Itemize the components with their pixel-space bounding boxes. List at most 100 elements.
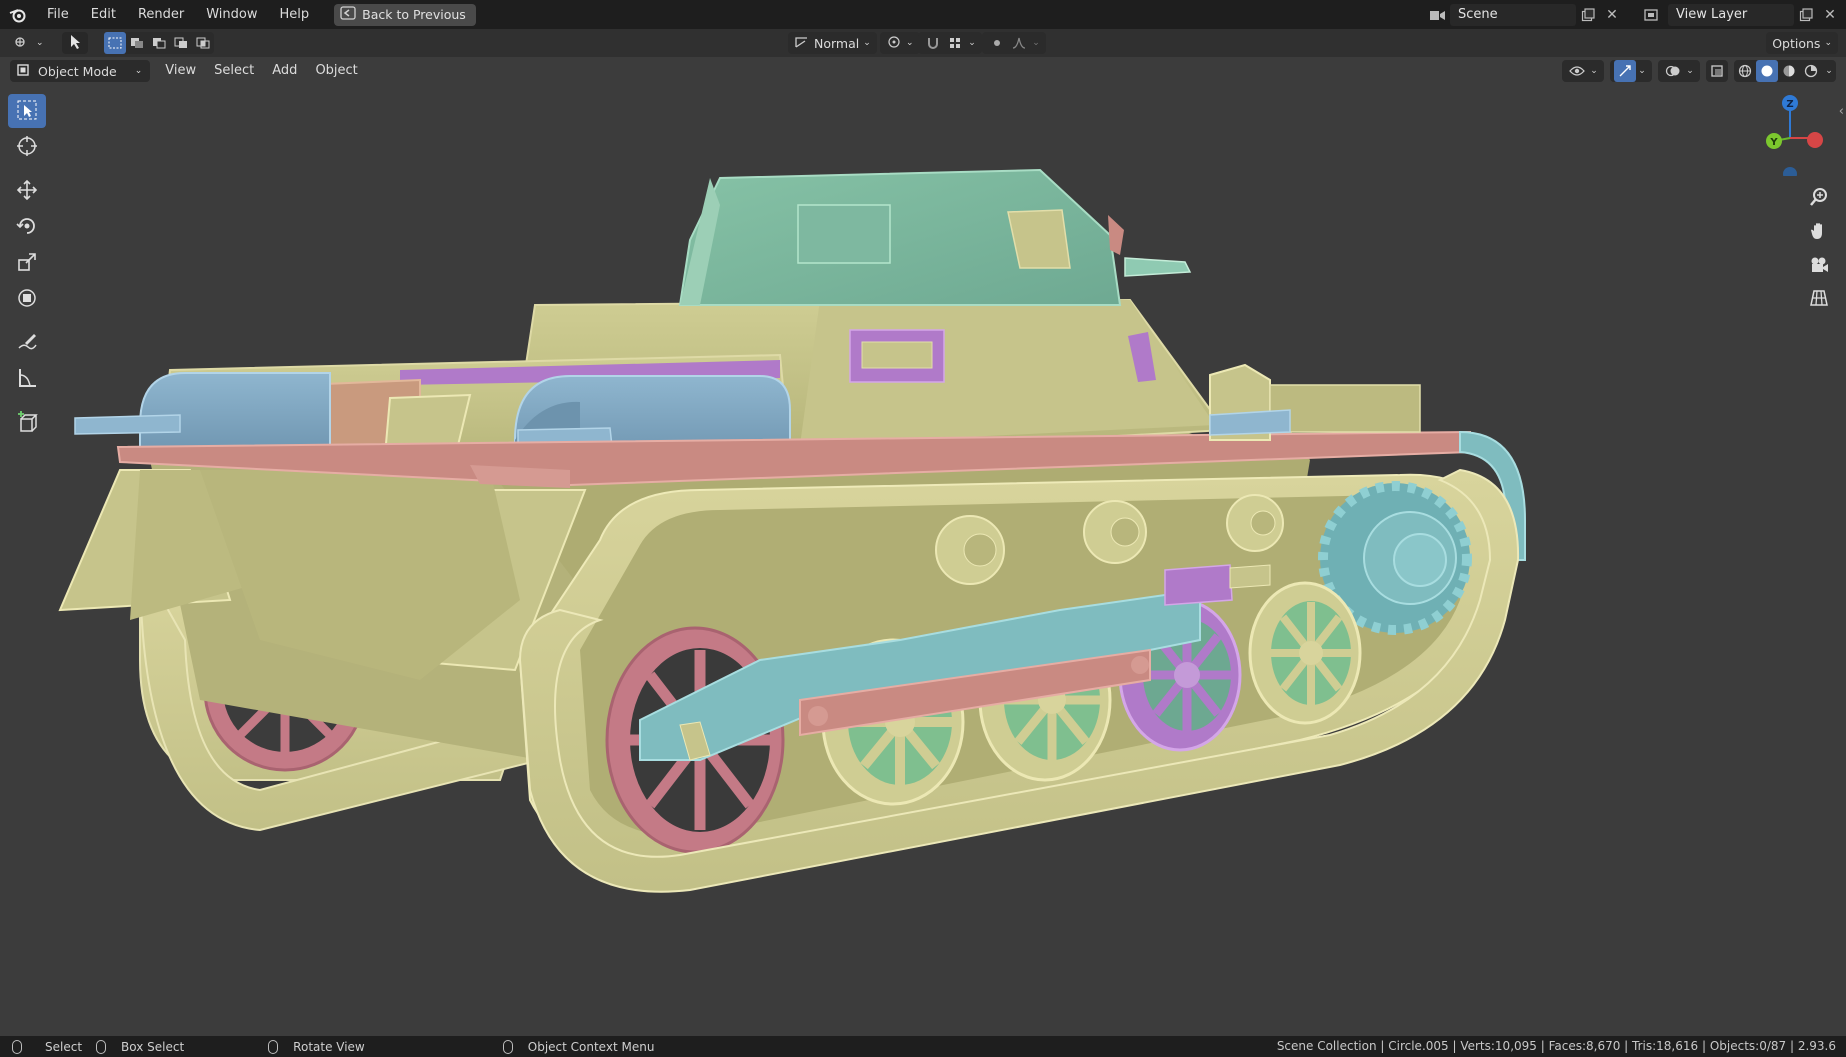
- material-shading-icon[interactable]: [1778, 60, 1800, 82]
- wireframe-shading-icon[interactable]: [1734, 60, 1756, 82]
- status-select: Select: [12, 1039, 83, 1054]
- cursor-tool[interactable]: [8, 130, 46, 164]
- viewport-header: Object Mode ⌄ View Select Add Object ⌄ ⌄…: [0, 57, 1846, 85]
- pivot-point-dropdown[interactable]: ⌄: [880, 32, 920, 54]
- status-select-label: Select: [45, 1039, 83, 1054]
- active-tool-button[interactable]: [61, 32, 88, 54]
- xray-icon[interactable]: [1706, 60, 1728, 82]
- editor-type-button[interactable]: ⌄: [8, 32, 50, 54]
- chevron-down-icon: ⌄: [906, 38, 914, 48]
- scale-tool[interactable]: [8, 246, 46, 280]
- snap-magnet-icon[interactable]: [922, 32, 944, 54]
- chevron-down-icon[interactable]: ⌄: [1030, 32, 1042, 54]
- menu-help[interactable]: Help: [269, 0, 321, 29]
- annotate-tool[interactable]: [8, 326, 46, 360]
- camera-icon[interactable]: [1804, 250, 1834, 280]
- shading-mode-group: ⌄: [1734, 60, 1836, 82]
- pivot-icon: [886, 35, 902, 52]
- chevron-down-icon: ⌄: [134, 66, 143, 76]
- view-layer-field[interactable]: View Layer: [1668, 3, 1794, 26]
- eye-icon[interactable]: [1566, 60, 1588, 82]
- chevron-down-icon: ⌄: [36, 38, 44, 48]
- hand-pan-icon[interactable]: [1804, 216, 1834, 246]
- scene-icon[interactable]: [1426, 4, 1450, 26]
- rotate-tool[interactable]: [8, 210, 46, 244]
- menu-edit[interactable]: Edit: [80, 0, 127, 29]
- status-context-menu: Object Context Menu: [502, 1039, 654, 1054]
- chevron-down-icon[interactable]: ⌄: [966, 32, 978, 54]
- ruler-icon: [16, 367, 38, 392]
- proportional-edit-icon[interactable]: [986, 32, 1008, 54]
- interaction-mode-dropdown[interactable]: Object Mode ⌄: [10, 60, 151, 82]
- mouse-left-icon: [12, 1039, 22, 1054]
- new-scene-icon[interactable]: [1576, 4, 1600, 26]
- perspective-grid-icon[interactable]: [1804, 283, 1834, 313]
- overlay-group: ⌄: [1658, 60, 1700, 82]
- delete-view-layer-icon[interactable]: ✕: [1818, 4, 1842, 26]
- navigation-gizmo: Z Y: [1746, 86, 1846, 326]
- axis-gizmo[interactable]: Z Y: [1746, 86, 1846, 176]
- new-view-layer-icon[interactable]: [1794, 4, 1818, 26]
- transform-orientation-dropdown[interactable]: Normal ⌄: [788, 32, 877, 54]
- select-box-icon: [16, 99, 38, 124]
- menu-file[interactable]: File: [36, 0, 80, 29]
- falloff-curve-icon[interactable]: [1008, 32, 1030, 54]
- add-cube-icon: [16, 410, 38, 436]
- status-box-select-label: Box Select: [121, 1039, 185, 1054]
- chevron-down-icon: ⌄: [863, 38, 871, 48]
- select-box-tool[interactable]: [8, 94, 46, 128]
- chevron-down-icon[interactable]: ⌄: [1822, 60, 1836, 82]
- cursor-arrow-icon: [68, 34, 82, 53]
- chevron-down-icon[interactable]: ⌄: [1684, 60, 1696, 82]
- chevron-down-icon: ⌄: [1824, 38, 1832, 48]
- scene-name-field[interactable]: Scene: [1450, 3, 1576, 26]
- chevron-down-icon[interactable]: ⌄: [1588, 60, 1600, 82]
- select-new-icon[interactable]: [103, 32, 126, 54]
- delete-scene-icon[interactable]: ✕: [1600, 4, 1624, 26]
- cursor-3d-icon: [16, 135, 38, 160]
- snapping-group: ⌄: [918, 32, 982, 54]
- menu-render[interactable]: Render: [127, 0, 195, 29]
- transform-tool[interactable]: [8, 282, 46, 316]
- object-menu[interactable]: Object: [306, 60, 366, 82]
- options-label: Options: [1772, 35, 1821, 51]
- overlay-icon[interactable]: [1662, 60, 1684, 82]
- view-menu[interactable]: View: [156, 60, 205, 82]
- options-dropdown[interactable]: Options ⌄: [1766, 32, 1838, 54]
- back-to-previous-label: Back to Previous: [362, 7, 466, 22]
- select-intersect-icon[interactable]: [192, 32, 214, 54]
- move-tool[interactable]: [8, 174, 46, 208]
- orientation-icon: [794, 35, 810, 52]
- tool-settings-header: ⌄ Normal ⌄ ⌄ ⌄ ⌄ Options ⌄: [0, 29, 1846, 57]
- xray-toggle: [1706, 60, 1728, 82]
- mouse-right-icon: [502, 1039, 513, 1054]
- select-invert-icon[interactable]: [170, 32, 192, 54]
- gizmo-icon[interactable]: [1614, 60, 1636, 82]
- chevron-down-icon[interactable]: ⌄: [1636, 60, 1648, 82]
- y-axis-label: Y: [1769, 137, 1778, 148]
- select-extend-icon[interactable]: [126, 32, 148, 54]
- mode-label: Object Mode: [38, 63, 117, 79]
- select-subtract-icon[interactable]: [148, 32, 170, 54]
- snap-grid-icon[interactable]: [944, 32, 966, 54]
- 3d-viewport[interactable]: [0, 57, 1846, 1036]
- transform-icon: [16, 287, 38, 312]
- zoom-icon[interactable]: [1804, 182, 1834, 212]
- measure-tool[interactable]: [8, 362, 46, 396]
- move-icon: [16, 179, 38, 204]
- scene-selector[interactable]: Scene ✕: [1426, 3, 1624, 26]
- rendered-shading-icon[interactable]: [1800, 60, 1822, 82]
- mouse-drag-icon: [96, 1039, 107, 1054]
- selection-mode-group: [103, 32, 214, 54]
- blender-logo-icon[interactable]: [0, 0, 36, 29]
- scene-statistics: Scene Collection | Circle.005 | Verts:10…: [1276, 1039, 1836, 1053]
- tank-model-render[interactable]: [0, 57, 1846, 1036]
- solid-shading-icon[interactable]: [1756, 60, 1778, 82]
- view-layer-icon[interactable]: [1638, 4, 1668, 26]
- select-menu[interactable]: Select: [205, 60, 263, 82]
- menu-window[interactable]: Window: [195, 0, 268, 29]
- back-to-previous-button[interactable]: Back to Previous: [334, 3, 476, 26]
- add-cube-tool[interactable]: [8, 406, 46, 440]
- view-layer-selector[interactable]: View Layer ✕: [1638, 3, 1842, 26]
- add-menu[interactable]: Add: [263, 60, 306, 82]
